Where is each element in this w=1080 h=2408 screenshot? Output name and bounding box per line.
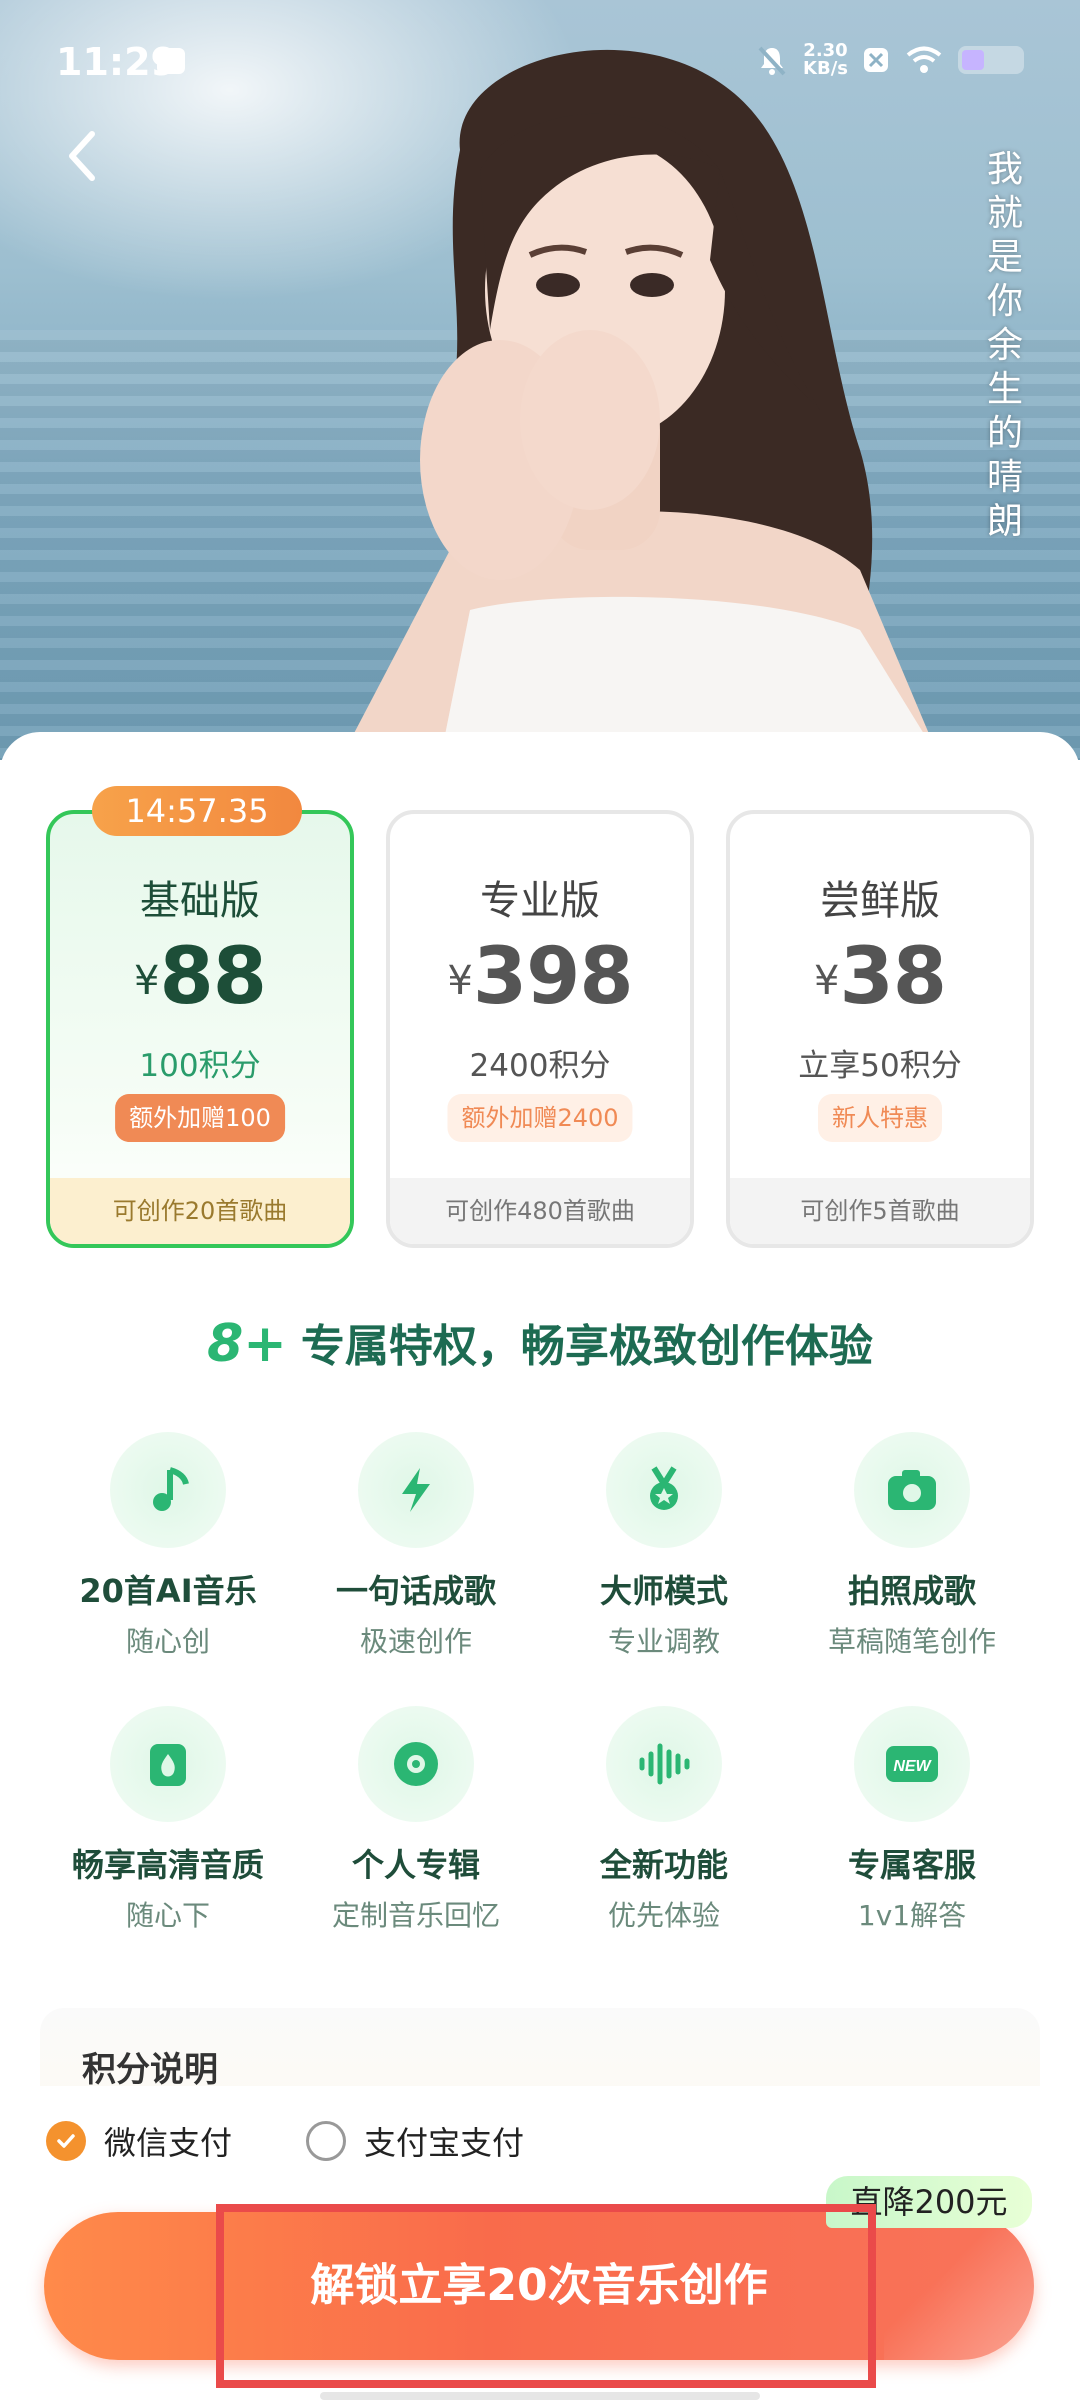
feature-subtitle: 极速创作 [359,1625,472,1658]
plan-card-trial[interactable]: 尝鲜版 ¥38 立享50积分 新人特惠 可创作5首歌曲 [726,810,1034,1248]
currency-symbol: ¥ [814,958,840,1004]
lightning-icon [402,1468,430,1512]
feature-subtitle: 随心下 [125,1899,210,1932]
feature-hd-audio: 畅享高清音质 随心下 [44,1706,292,1934]
hero-photo [340,49,940,760]
pay-option-label: 微信支付 [104,2124,233,2162]
feature-subtitle: 1v1解答 [857,1899,967,1932]
feature-photo-song: 拍照成歌 草稿随笔创作 [788,1432,1036,1660]
plan-bonus-badge: 新人特惠 [818,1094,942,1142]
music-note-icon [153,1467,189,1511]
status-bar: 11:29 2.30 KB/s [0,0,1080,120]
back-arrow-icon[interactable] [60,126,104,186]
new-badge-icon: NEW [886,1746,938,1782]
feature-title: 20首AI音乐 [79,1572,257,1610]
plan-price: ¥88 [50,932,350,1022]
new-badge-text: NEW [893,1758,932,1775]
feature-title: 畅享高清音质 [71,1846,264,1884]
feature-title: 一句话成歌 [335,1572,496,1610]
feature-new-functions: 全新功能 优先体验 [540,1706,788,1934]
pay-option-label: 支付宝支付 [364,2124,525,2162]
plan-points: 立享50积分 [798,1048,962,1084]
feature-one-sentence-song: 一句话成歌 极速创作 [292,1432,540,1660]
battery-icon [958,46,1024,74]
net-speed-unit: KB/s [803,58,848,79]
pay-option-wechat[interactable]: 微信支付 [46,2118,232,2164]
waveform-icon [639,1743,690,1785]
feature-exclusive-service: NEW 专属客服 1v1解答 [788,1706,1036,1934]
points-info-title: 积分说明 [82,2050,218,2090]
feature-master-mode: 大师模式 专业调教 [540,1432,788,1660]
currency-symbol: ¥ [134,958,160,1004]
plan-card-basic[interactable]: 基础版 ¥88 100积分 额外加赠100 可创作20首歌曲 [46,810,354,1248]
medal-icon [650,1466,678,1510]
price-value: 398 [472,932,634,1022]
privileges-count: 8+ [207,1314,287,1374]
feature-subtitle: 随心创 [125,1625,210,1658]
feature-title: 大师模式 [599,1572,728,1610]
plan-name: 尝鲜版 [820,878,940,924]
annotation-highlight-box [216,2204,876,2388]
feature-title: 全新功能 [599,1846,728,1884]
feature-ai-music: 20首AI音乐 随心创 [44,1432,292,1660]
plan-card-pro[interactable]: 专业版 ¥398 2400积分 额外加赠2400 可创作480首歌曲 [386,810,694,1248]
price-value: 38 [839,932,947,1022]
feature-subtitle: 草稿随笔创作 [827,1625,996,1658]
currency-symbol: ¥ [447,958,473,1004]
feature-title: 拍照成歌 [847,1572,976,1610]
price-value: 88 [159,932,267,1022]
mute-bell-icon [758,46,786,76]
plan-points: 100积分 [139,1048,261,1084]
camera-icon [888,1470,936,1510]
feature-subtitle: 专业调教 [607,1625,720,1658]
plan-footer: 可创作480首歌曲 [390,1178,690,1244]
disc-icon [394,1742,438,1786]
audio-file-icon [150,1744,186,1786]
plan-footer: 可创作20首歌曲 [50,1178,350,1244]
plan-bonus-badge: 额外加赠2400 [447,1094,633,1142]
pay-option-alipay[interactable]: 支付宝支付 [306,2118,524,2164]
plan-price: ¥398 [390,932,690,1022]
privileges-headline: 8+ 专属特权，畅享极致创作体验 [0,1310,1080,1374]
feature-title: 个人专辑 [351,1846,480,1884]
nfc-icon [864,48,888,72]
plan-footer: 可创作5首歌曲 [730,1178,1030,1244]
plan-points: 2400积分 [469,1048,611,1084]
privileges-title: 专属特权，畅享极致创作体验 [300,1321,873,1372]
feature-subtitle: 定制音乐回忆 [331,1899,500,1932]
plan-name: 基础版 [140,878,260,924]
net-speed: 2.30 KB/s [803,42,848,78]
hero-poem-text: 我就是你余生的晴朗 [986,149,1023,542]
radio-checked-icon[interactable] [46,2121,86,2161]
hero-banner: 11:29 2.30 KB/s 我就是你余生的晴朗 [0,0,1080,760]
plan-bonus-badge: 额外加赠100 [115,1094,285,1142]
feature-personal-album: 个人专辑 定制音乐回忆 [292,1706,540,1934]
radio-unchecked-icon[interactable] [306,2121,346,2161]
message-notification-icon [157,48,185,74]
feature-subtitle: 优先体验 [607,1899,720,1932]
plan-name: 专业版 [480,878,600,924]
home-indicator[interactable] [320,2392,760,2400]
wifi-icon [906,46,942,73]
feature-title: 专属客服 [847,1846,976,1884]
countdown-timer: 14:57.35 [92,786,302,836]
plan-price: ¥38 [730,932,1030,1022]
